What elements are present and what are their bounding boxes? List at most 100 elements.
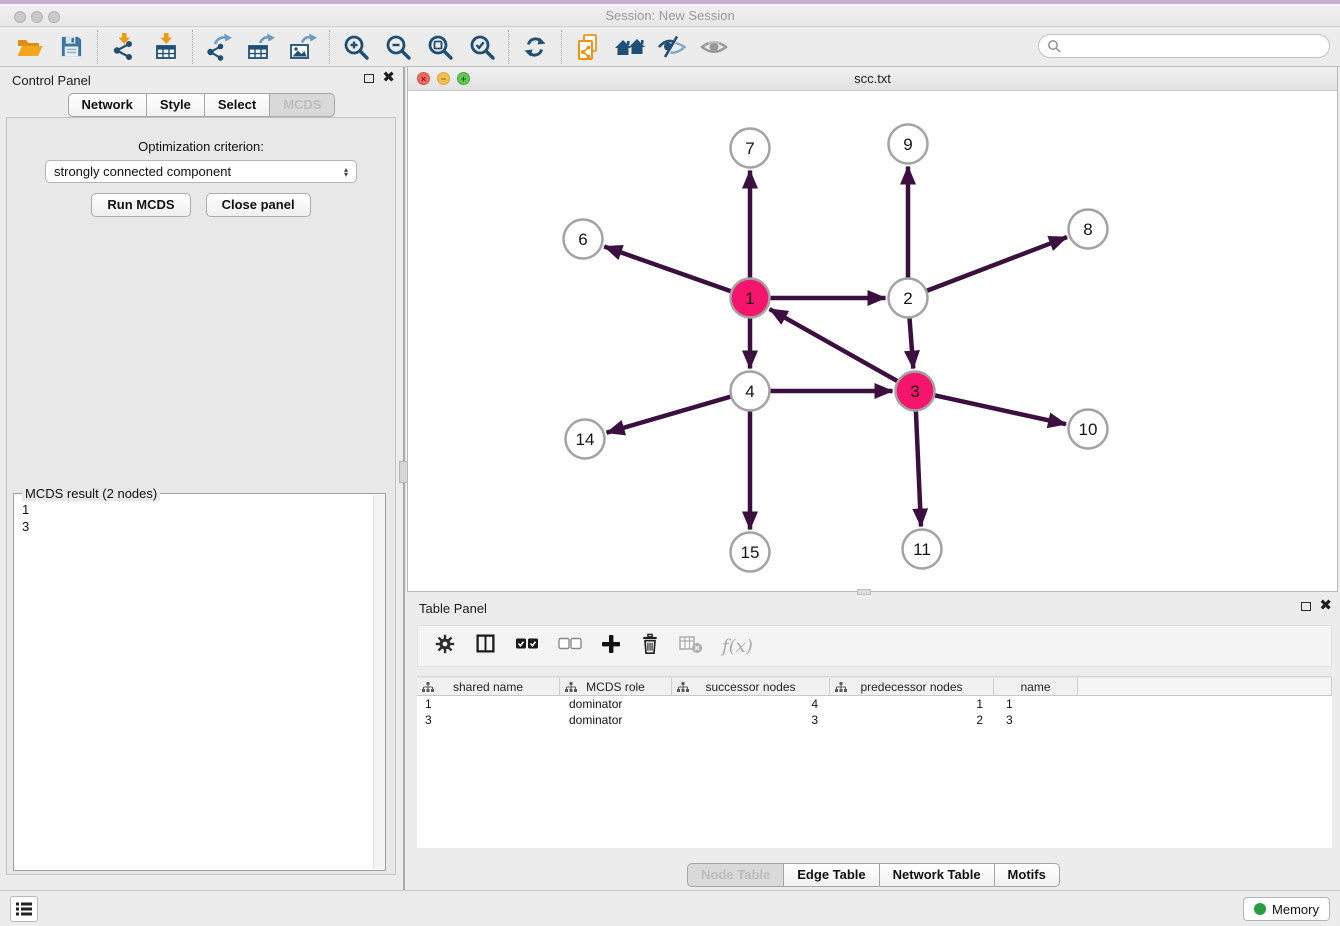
graph-edge-3-1[interactable] [770, 309, 898, 381]
zoom-in-icon[interactable] [335, 30, 377, 64]
export-network-icon[interactable] [198, 30, 240, 64]
tab-select[interactable]: Select [205, 93, 270, 117]
tab-network[interactable]: Network [68, 93, 147, 117]
clone-network-icon[interactable] [567, 30, 609, 64]
result-scrollbar[interactable] [373, 495, 385, 869]
column-header-label: MCDS role [586, 680, 645, 694]
table-toolbar: f(x) [417, 625, 1332, 667]
open-session-icon[interactable] [8, 30, 50, 64]
node-table-body: 1dominator4113dominator323 [417, 696, 1332, 728]
apply-layout-icon[interactable] [514, 30, 556, 64]
save-session-icon[interactable] [50, 30, 92, 64]
task-history-button[interactable] [10, 896, 38, 922]
task-list-icon [15, 901, 33, 917]
show-columns-icon[interactable] [475, 633, 496, 659]
hide-selected-icon[interactable] [651, 30, 693, 64]
column-header-label: name [1020, 680, 1050, 694]
table-cell[interactable]: 1 [998, 697, 1083, 711]
tab-style[interactable]: Style [147, 93, 205, 117]
graph-node-label: 4 [745, 382, 754, 401]
deselect-all-columns-icon[interactable] [558, 637, 582, 655]
network-canvas[interactable]: 7968124314101511 [408, 91, 1337, 591]
tab-edge-table[interactable]: Edge Table [784, 863, 879, 887]
table-panel: Table Panel ✖ [407, 595, 1340, 890]
column-header-label: successor nodes [705, 680, 795, 694]
graph-edge-2-8[interactable] [926, 237, 1067, 291]
mcds-panel: Optimization criterion: strongly connect… [6, 117, 396, 875]
network-window-titlebar[interactable]: × − + scc.txt [408, 67, 1337, 91]
status-bar: Memory [0, 890, 1340, 926]
graph-node-label: 14 [576, 430, 595, 449]
first-neighbors-icon[interactable] [609, 30, 651, 64]
export-table-icon[interactable] [240, 30, 282, 64]
create-column-icon[interactable] [601, 634, 621, 659]
graph-node-label: 2 [903, 289, 912, 308]
table-cell[interactable]: 3 [674, 713, 833, 727]
graph-node-label: 15 [741, 543, 760, 562]
toolbar-separator [192, 30, 193, 64]
export-image-icon[interactable] [282, 30, 324, 64]
toolbar-separator [97, 30, 98, 64]
zoom-selected-icon[interactable] [461, 30, 503, 64]
graph-edge-3-10[interactable] [934, 395, 1066, 424]
table-panel-float-icon[interactable] [1301, 602, 1311, 611]
node-table[interactable]: shared name MCDS role successor nodes prede… [417, 676, 1332, 848]
zoom-out-icon[interactable] [377, 30, 419, 64]
control-panel-float-icon[interactable] [364, 74, 374, 83]
graph-node-label: 8 [1083, 220, 1092, 239]
network-graph: 7968124314101511 [408, 91, 1337, 591]
tab-motifs[interactable]: Motifs [995, 863, 1060, 887]
column-header-predecessor-nodes[interactable]: predecessor nodes [830, 678, 994, 695]
show-all-icon[interactable] [693, 30, 735, 64]
delete-table-icon [679, 634, 703, 659]
column-header-successor-nodes[interactable]: successor nodes [672, 678, 830, 695]
column-header-name[interactable]: name [994, 678, 1078, 695]
control-panel-close-icon[interactable]: ✖ [382, 73, 395, 83]
toolbar-separator [508, 30, 509, 64]
close-panel-button[interactable]: Close panel [206, 193, 311, 217]
table-panel-close-icon[interactable]: ✖ [1319, 601, 1332, 611]
criterion-selected-value: strongly connected component [54, 164, 231, 179]
table-cell[interactable]: 3 [417, 713, 561, 727]
column-header-filler [1078, 678, 1332, 695]
column-header-shared-name[interactable]: shared name [417, 678, 560, 695]
select-all-columns-icon[interactable] [515, 637, 539, 655]
table-row[interactable]: 3dominator323 [417, 712, 1332, 728]
graph-edge-2-3[interactable] [909, 317, 913, 368]
toolbar-separator [561, 30, 562, 64]
table-cell[interactable]: 4 [674, 697, 833, 711]
table-cell[interactable]: dominator [561, 713, 674, 727]
table-panel-title: Table Panel [419, 601, 487, 616]
graph-edge-3-11[interactable] [916, 410, 921, 526]
run-mcds-button[interactable]: Run MCDS [91, 193, 190, 217]
column-hierarchy-icon [835, 682, 847, 695]
search-field[interactable] [1038, 34, 1330, 58]
criterion-select[interactable]: strongly connected component ▴▾ [45, 160, 357, 183]
graph-edge-4-14[interactable] [607, 396, 732, 432]
delete-column-icon[interactable] [640, 633, 660, 660]
memory-button[interactable]: Memory [1243, 897, 1330, 921]
table-cell[interactable]: 1 [417, 697, 561, 711]
table-cell[interactable]: dominator [561, 697, 674, 711]
graph-node-label: 9 [903, 135, 912, 154]
network-title: scc.txt [408, 71, 1337, 86]
zoom-fit-icon[interactable] [419, 30, 461, 64]
import-table-icon[interactable] [145, 30, 187, 64]
table-settings-gear-icon[interactable] [434, 633, 456, 660]
graph-edge-1-6[interactable] [604, 246, 731, 291]
table-cell[interactable]: 3 [998, 713, 1083, 727]
import-network-icon[interactable] [103, 30, 145, 64]
tab-node-table[interactable]: Node Table [687, 863, 784, 887]
tab-network-table[interactable]: Network Table [880, 863, 995, 887]
network-view-window: × − + scc.txt 7968124314101511 [407, 66, 1338, 592]
column-hierarchy-icon [565, 682, 577, 695]
search-input[interactable] [1061, 36, 1329, 56]
function-builder-icon: f(x) [722, 636, 753, 657]
table-cell[interactable]: 2 [833, 713, 998, 727]
select-stepper-icon: ▴▾ [344, 167, 348, 177]
tab-mcds[interactable]: MCDS [270, 93, 335, 117]
table-row[interactable]: 1dominator411 [417, 696, 1332, 712]
column-header-mcds-role[interactable]: MCDS role [560, 678, 672, 695]
graph-node-label: 11 [913, 540, 931, 559]
table-cell[interactable]: 1 [833, 697, 998, 711]
